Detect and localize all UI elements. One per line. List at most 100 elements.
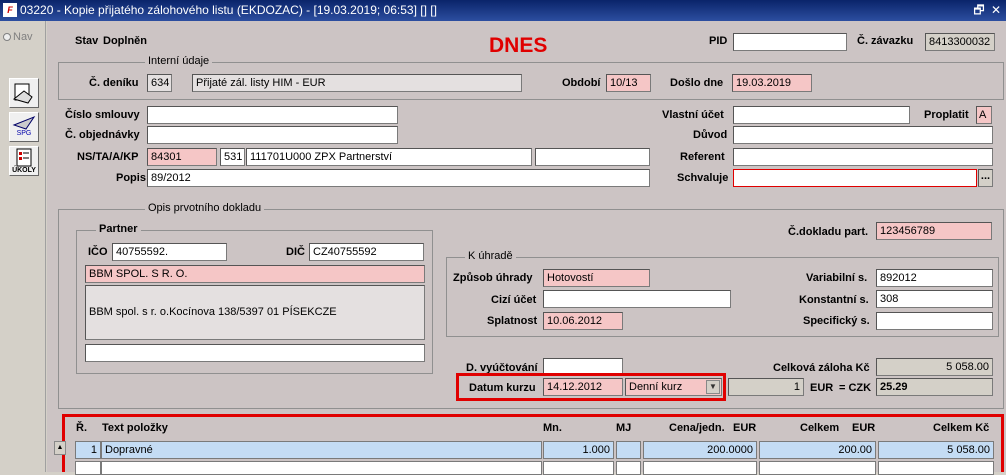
objednavky-label: Č. objednávky: [65, 129, 140, 141]
hand-document-icon: [12, 83, 33, 104]
zpusob-label: Způsob úhrady: [453, 272, 533, 284]
variabilni-input[interactable]: 892012: [876, 269, 993, 287]
ico-label: IČO: [88, 246, 108, 258]
spg-button[interactable]: SPG: [9, 112, 39, 142]
row-celkem[interactable]: 200.00: [759, 441, 876, 459]
doslo-value[interactable]: 19.03.2019: [732, 74, 812, 92]
popis-input[interactable]: 89/2012: [147, 169, 650, 187]
variabilni-label: Variabilní s.: [806, 272, 868, 284]
duvod-input[interactable]: [733, 126, 993, 144]
vlastni-input[interactable]: [733, 106, 910, 124]
empty-cell[interactable]: [878, 461, 994, 475]
empty-cell[interactable]: [75, 461, 101, 475]
partner-title: Partner: [96, 223, 141, 235]
datum-kurzu-input[interactable]: 14.12.2012: [543, 378, 623, 396]
row-celkem-kc[interactable]: 5 058.00: [878, 441, 994, 459]
czk-label: = CZK: [839, 382, 872, 394]
col-celkemkc-header: Celkem Kč: [933, 422, 990, 434]
splatnost-input[interactable]: 10.06.2012: [543, 312, 623, 330]
col-r-header: Ř.: [76, 422, 87, 434]
a-input[interactable]: 111701U000 ZPX Partnerství: [246, 148, 532, 166]
title-bar: F 03220 - Kopie přijatého zálohového lis…: [0, 0, 1006, 21]
denik-name: Přijaté zál. listy HIM - EUR: [192, 74, 522, 92]
uhrada-title: K úhradě: [465, 250, 516, 262]
smlouvy-label: Číslo smlouvy: [65, 109, 140, 121]
stav-label: Stav: [75, 35, 99, 47]
row-mj[interactable]: [616, 441, 641, 459]
scroll-up-icon[interactable]: ▲: [54, 441, 66, 455]
cizi-input[interactable]: [543, 290, 731, 308]
schvaluje-input[interactable]: [733, 169, 977, 187]
celkova-value: 5 058.00: [876, 358, 993, 376]
row-cena[interactable]: 200.0000: [643, 441, 757, 459]
objednavky-input[interactable]: [147, 126, 398, 144]
proplatit-label: Proplatit: [924, 109, 969, 121]
plane-icon: [12, 115, 36, 130]
ukoly-button[interactable]: ÚKOLY: [9, 146, 39, 176]
col-celkem-header: Celkem: [800, 422, 840, 434]
denik-label: Č. deníku: [89, 77, 139, 89]
col-celkem-cur: EUR: [852, 422, 876, 434]
denik-value: 634: [147, 74, 172, 92]
kurz-mnozstvi: 1: [728, 378, 804, 396]
empty-cell[interactable]: [759, 461, 876, 475]
kurz-type-select[interactable]: Denní kurz ▼: [625, 378, 722, 396]
pid-input[interactable]: [733, 33, 847, 51]
konstantni-label: Konstantní s.: [799, 294, 869, 306]
dic-input[interactable]: CZ40755592: [309, 243, 424, 261]
zavazku-label: Č. závazku: [857, 35, 914, 47]
vlastni-label: Vlastní účet: [662, 109, 724, 121]
row-text[interactable]: Dopravné: [101, 441, 542, 459]
cdokladu-input[interactable]: 123456789: [876, 222, 992, 240]
specificky-label: Specifický s.: [803, 315, 870, 327]
ico-input[interactable]: 40755592.: [112, 243, 227, 261]
app-icon: F: [3, 3, 17, 17]
konstantni-input[interactable]: 308: [876, 290, 993, 308]
radio-icon: [3, 33, 11, 41]
empty-cell[interactable]: [543, 461, 614, 475]
datum-kurzu-label: Datum kurzu: [469, 382, 536, 394]
obdobi-value[interactable]: 10/13: [606, 74, 651, 92]
opis-title: Opis prvotního dokladu: [145, 202, 265, 214]
zpusob-input[interactable]: Hotovostí: [543, 269, 650, 287]
left-toolbar: Nav SPG ÚKOLY: [0, 21, 46, 472]
col-mj-header: MJ: [616, 422, 632, 434]
proplatit-input[interactable]: A: [976, 106, 992, 124]
duvod-label: Důvod: [693, 129, 728, 141]
empty-cell[interactable]: [101, 461, 542, 475]
schvaluje-label: Schvaluje: [677, 172, 729, 184]
ns-label: NS/TA/A/KP: [77, 151, 139, 163]
interni-title: Interní údaje: [145, 55, 213, 67]
popis-label: Popis: [116, 172, 146, 184]
nav-toggle[interactable]: Nav: [3, 31, 33, 43]
col-cena-header: Cena/jedn.: [669, 422, 725, 434]
doslo-label: Došlo dne: [670, 77, 724, 89]
ta-input[interactable]: 531: [220, 148, 245, 166]
referent-input[interactable]: [733, 148, 993, 166]
col-mn-header: Mn.: [543, 422, 562, 434]
schvaluje-lookup-button[interactable]: ...: [978, 169, 993, 187]
partner-name-input[interactable]: BBM SPOL. S R. O.: [85, 265, 425, 283]
ns-input[interactable]: 84301: [147, 148, 217, 166]
chevron-down-icon[interactable]: ▼: [706, 380, 720, 394]
spg-label: SPG: [16, 130, 32, 137]
partner-extra-input[interactable]: [85, 344, 425, 362]
obdobi-label: Období: [562, 77, 601, 89]
empty-cell[interactable]: [643, 461, 757, 475]
edit-tool-button[interactable]: [9, 78, 39, 108]
window-title: 03220 - Kopie přijatého zálohového listu…: [20, 3, 437, 17]
referent-label: Referent: [680, 151, 725, 163]
ukoly-label: ÚKOLY: [12, 167, 36, 174]
close-icon[interactable]: ✕: [989, 3, 1003, 17]
kp-input[interactable]: [535, 148, 650, 166]
dnes-heading: DNES: [489, 34, 548, 57]
stav-value: Doplněn: [103, 35, 147, 47]
row-r[interactable]: 1: [75, 441, 101, 459]
restore-icon[interactable]: 🗗: [972, 3, 986, 17]
specificky-input[interactable]: [876, 312, 993, 330]
smlouvy-input[interactable]: [147, 106, 398, 124]
empty-cell[interactable]: [616, 461, 641, 475]
checklist-icon: [16, 148, 32, 167]
celkova-label: Celková záloha Kč: [773, 362, 870, 374]
row-mn[interactable]: 1.000: [543, 441, 614, 459]
